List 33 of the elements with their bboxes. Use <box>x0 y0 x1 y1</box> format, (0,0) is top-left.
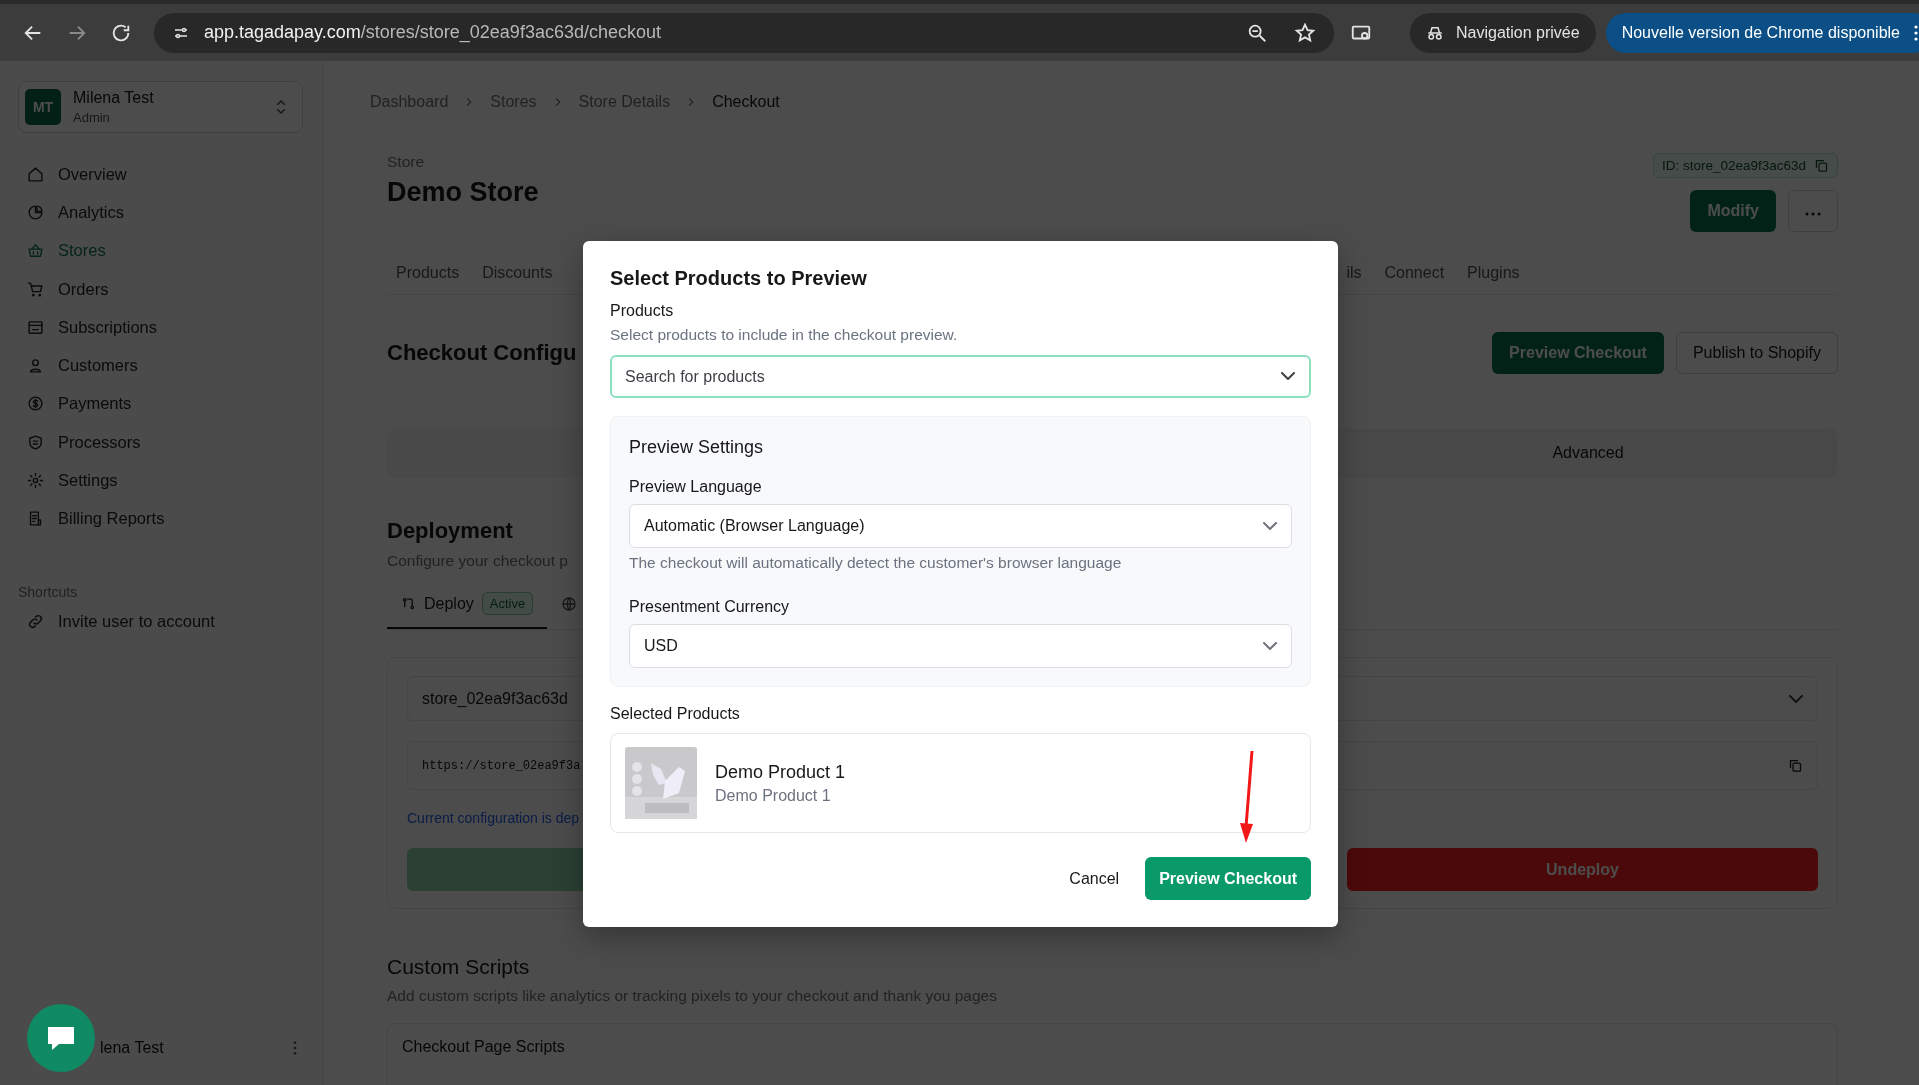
field-hint: Select products to include in the checkout preview. <box>610 326 959 344</box>
chat-icon[interactable] <box>27 1004 95 1072</box>
field-label: Selected Products <box>610 705 741 723</box>
url-text: app.tagadapay.com/stores/store_02ea9f3ac63d/checkout <box>204 22 661 43</box>
field-hint: The checkout will automatically detect the customer's browser language <box>629 554 1123 572</box>
section-title: Checkout Configu <box>387 340 577 366</box>
breadcrumb-item[interactable]: Checkout <box>712 93 780 111</box>
language-select[interactable]: Automatic (Browser Language) <box>629 504 1292 548</box>
section-title: Custom Scripts <box>387 955 530 979</box>
store-title: Demo Store <box>387 177 539 208</box>
status-note: Current configuration is dep <box>407 810 579 826</box>
cancel-button[interactable]: Cancel <box>1061 857 1128 900</box>
panel-title: Preview Settings <box>629 437 765 458</box>
update-button[interactable]: Nouvelle version de Chrome disponible <box>1605 12 1919 53</box>
field-label: Products <box>610 302 675 320</box>
more-icon <box>1914 24 1918 41</box>
currency-select[interactable]: USD <box>629 624 1292 668</box>
chevron-down-icon <box>1263 522 1277 530</box>
chevron-down-icon <box>1281 372 1295 380</box>
product-search-field[interactable]: Search for products <box>610 355 1311 398</box>
dialog-title: Select Products to Preview <box>610 267 868 290</box>
preview-checkout-button[interactable]: Preview Checkout <box>1145 857 1311 900</box>
product-subtitle: Demo Product 1 <box>715 786 832 805</box>
chevron-down-icon <box>1263 642 1277 650</box>
field-label: Preview Language <box>629 478 763 496</box>
account-name: Milena Test <box>73 89 155 107</box>
address-bar[interactable]: app.tagadapay.com/stores/store_02ea9f3ac63d/checkout <box>154 12 1334 53</box>
field-label: Presentment Currency <box>629 598 791 616</box>
card-title: Checkout Page Scripts <box>402 1038 565 1055</box>
private-browsing-badge[interactable]: Navigation privée <box>1410 12 1596 53</box>
section-title: Deployment <box>387 518 513 544</box>
user-name: lena Test <box>100 1039 164 1057</box>
product-name: Demo Product 1 <box>715 761 846 783</box>
